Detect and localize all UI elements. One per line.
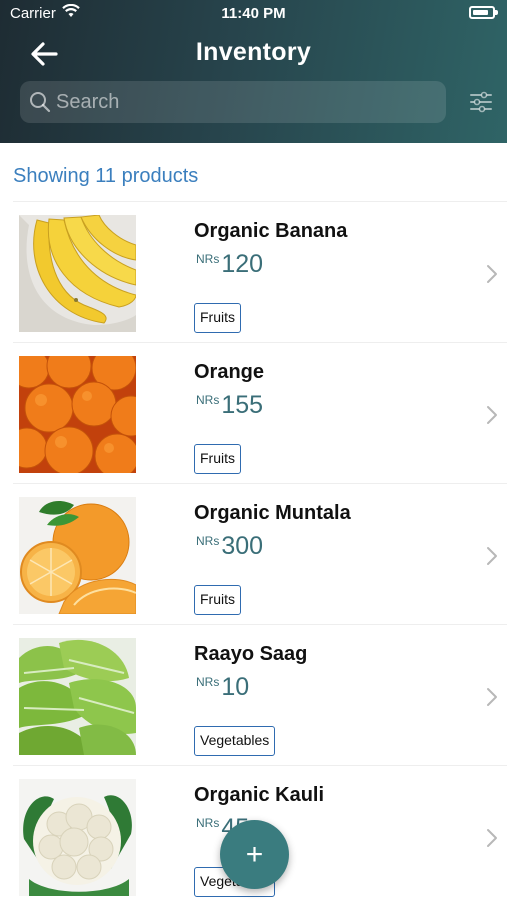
header: Carrier 11:40 PM Inventory [0, 0, 507, 143]
currency-label: NRs [196, 675, 220, 689]
currency-label: NRs [196, 534, 220, 548]
product-name: Organic Muntala [194, 502, 351, 524]
results-count: Showing 11 products [13, 165, 199, 187]
product-name: Orange [194, 361, 265, 383]
chevron-right-icon [487, 265, 497, 283]
search-input[interactable] [56, 85, 436, 119]
product-image-banana [19, 215, 136, 332]
product-list: Organic Banana NRs120 Fruits Orange NRs1… [13, 201, 507, 900]
search-icon [30, 92, 51, 113]
status-bar: Carrier 11:40 PM [0, 0, 507, 28]
category-badge: Fruits [194, 585, 241, 615]
currency-label: NRs [196, 816, 220, 830]
chevron-right-icon [487, 547, 497, 565]
product-name: Raayo Saag [194, 643, 308, 665]
page-title: Inventory [195, 38, 312, 66]
currency-label: NRs [196, 393, 220, 407]
add-product-button[interactable]: + [220, 820, 289, 889]
product-row[interactable]: Orange NRs155 Fruits [13, 342, 507, 483]
search-bar[interactable] [20, 81, 446, 123]
filter-sliders-icon[interactable] [469, 91, 493, 113]
product-image-orange [19, 356, 136, 473]
product-price: NRs155 [196, 391, 263, 420]
price-value: 300 [221, 532, 264, 560]
price-value: 120 [221, 250, 264, 278]
product-image-muntala [19, 497, 136, 614]
category-badge: Vegetables [194, 726, 276, 756]
category-badge: Fruits [194, 444, 241, 474]
chevron-right-icon [487, 688, 497, 706]
product-price: NRs10 [196, 673, 249, 702]
status-time: 11:40 PM [221, 5, 286, 22]
product-price: NRs120 [196, 250, 263, 279]
price-value: 10 [221, 673, 250, 701]
currency-label: NRs [196, 252, 220, 266]
product-image-cauliflower [19, 779, 136, 896]
product-image-greens [19, 638, 136, 755]
battery-icon [469, 6, 498, 19]
product-name: Organic Kauli [194, 784, 325, 806]
chevron-right-icon [487, 829, 497, 847]
price-value: 155 [221, 391, 264, 419]
product-row[interactable]: Organic Muntala NRs300 Fruits [13, 483, 507, 624]
product-name: Organic Banana [194, 220, 348, 242]
plus-icon: + [245, 837, 264, 871]
product-price: NRs300 [196, 532, 263, 561]
product-row[interactable]: Raayo Saag NRs10 Vegetables [13, 624, 507, 765]
product-row[interactable]: Organic Banana NRs120 Fruits [13, 201, 507, 342]
chevron-right-icon [487, 406, 497, 424]
category-badge: Fruits [194, 303, 241, 333]
